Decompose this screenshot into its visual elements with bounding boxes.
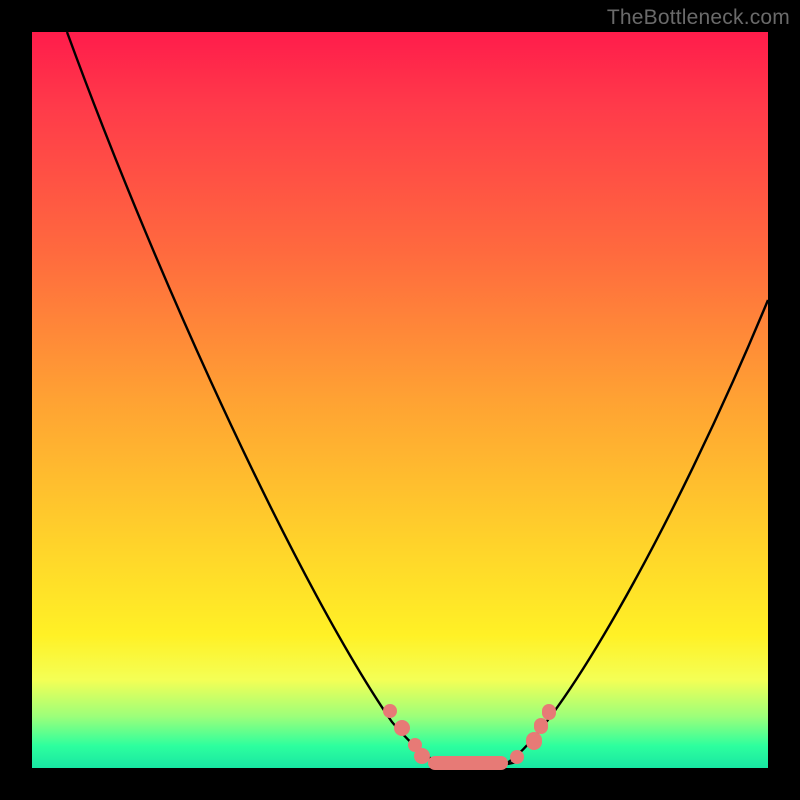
- curve-left-branch: [67, 32, 462, 767]
- marker-dot: [542, 704, 556, 720]
- curve-right-branch: [502, 300, 768, 766]
- outer-frame: TheBottleneck.com: [0, 0, 800, 800]
- marker-dot: [383, 704, 397, 718]
- marker-dot: [394, 720, 410, 736]
- bottleneck-curve: [32, 32, 768, 768]
- marker-bar: [428, 756, 508, 770]
- marker-dot: [510, 750, 524, 764]
- watermark-text: TheBottleneck.com: [607, 6, 790, 30]
- marker-dot: [534, 718, 548, 734]
- marker-dot: [526, 732, 542, 750]
- plot-area: [32, 32, 768, 768]
